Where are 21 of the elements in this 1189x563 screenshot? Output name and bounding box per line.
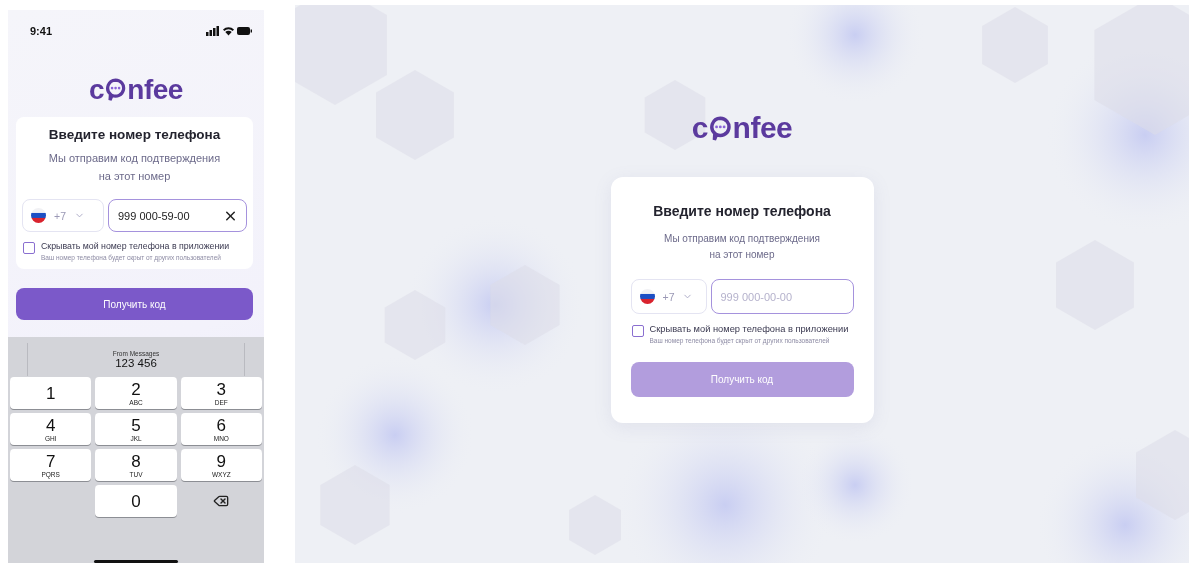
form-subtitle: Мы отправим код подтверждения на этот номер: [663, 232, 821, 262]
checkbox-label: Скрывать мой номер телефона в приложении: [649, 324, 849, 334]
checkbox-label: Скрывать мой номер телефона в приложении: [41, 241, 230, 252]
form-title: Введите номер телефона: [48, 127, 221, 142]
confee-logo: c nfee: [88, 76, 184, 104]
checkbox[interactable]: [631, 325, 644, 337]
form-subtitle: Мы отправим код подтверждения на этот номер: [47, 151, 222, 184]
form-title: Введите номер телефона: [653, 203, 831, 219]
keyboard-key[interactable]: 1: [10, 377, 92, 410]
flag-icon: [31, 208, 46, 224]
confee-logo: c nfee: [691, 113, 793, 143]
phone-input-field[interactable]: 999 000-59-00: [108, 199, 247, 233]
keyboard-key[interactable]: 0: [95, 485, 177, 518]
speech-bubble-icon: [105, 77, 127, 103]
status-time: 9:41: [30, 25, 53, 37]
status-icons: [206, 26, 252, 36]
speech-bubble-icon: [708, 114, 732, 142]
get-code-button[interactable]: Получить код: [16, 288, 253, 321]
checkbox[interactable]: [23, 242, 35, 255]
flag-icon: [639, 289, 655, 304]
phone-input-field[interactable]: 999 000-00-00: [710, 279, 854, 314]
